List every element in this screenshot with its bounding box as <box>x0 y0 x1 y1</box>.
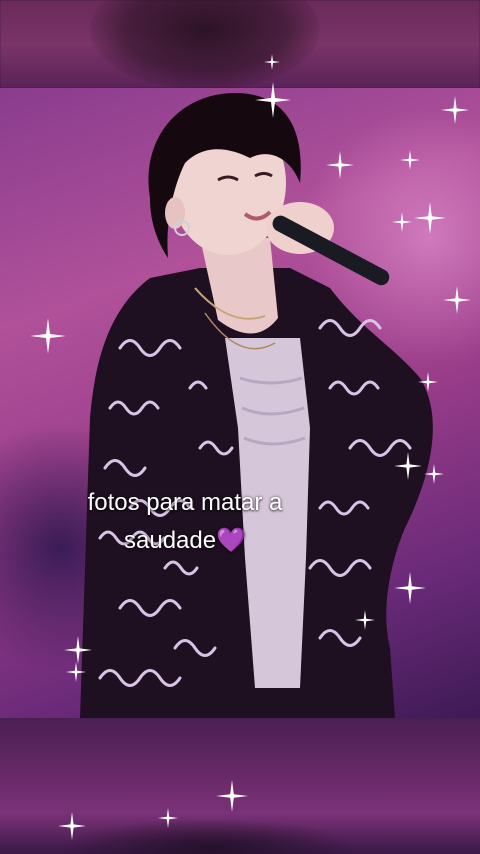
video-frame: fotos para matar a saudade💜 <box>0 0 480 854</box>
sparkle-icon <box>66 662 86 682</box>
sparkle-icon <box>30 318 66 354</box>
sparkle-icon <box>443 286 471 314</box>
sparkle-icon <box>58 812 86 840</box>
singer-figure <box>80 93 433 718</box>
sparkle-icon <box>392 212 412 232</box>
sparkle-icon <box>255 82 291 118</box>
sparkle-icon <box>158 808 178 828</box>
sparkle-icon <box>424 464 444 484</box>
caption-line-1: fotos para matar a <box>87 489 283 516</box>
sparkle-icon <box>355 610 375 630</box>
sparkle-icon <box>400 150 420 170</box>
sparkle-icon <box>216 780 248 812</box>
sparkle-icon <box>418 372 438 392</box>
caption-line-2: saudade💜 <box>124 527 246 554</box>
sparkle-icon <box>326 151 354 179</box>
sparkle-icon <box>441 96 469 124</box>
sparkle-icon <box>394 572 426 604</box>
blurred-figure <box>60 818 360 854</box>
caption-text: fotos para matar a saudade💜 <box>0 484 370 560</box>
blurred-top-band <box>0 0 480 90</box>
sparkle-icon <box>264 54 280 70</box>
